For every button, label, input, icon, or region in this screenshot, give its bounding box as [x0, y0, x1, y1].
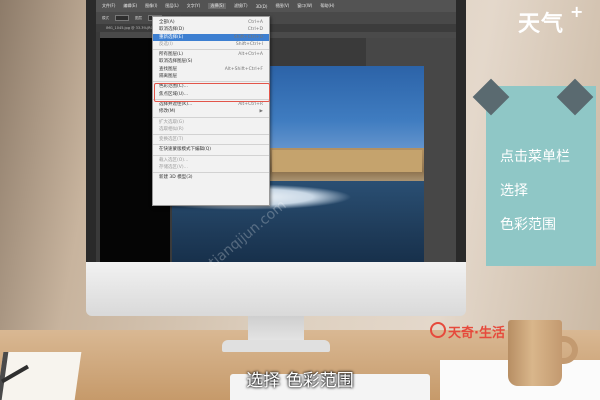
document-tab[interactable]: IMG_1045.jpg @ 33.3%(RGB/8): [96, 24, 456, 32]
ps-menubar: 文件(F) 编辑(E) 图像(I) 图层(L) 文字(Y) 选择(S) 滤镜(T) 3D(D)…: [96, 0, 456, 12]
menu-item-label: 新建 3D 模型(3): [159, 175, 193, 181]
ps-options-bar: 模式 图层 不透明度: [96, 12, 456, 24]
menubar-item[interactable]: 3D(D): [256, 4, 268, 9]
menubar-item[interactable]: 文件(F): [102, 3, 115, 9]
side-banner: 点击菜单栏 选择 色彩范围: [486, 86, 596, 266]
menu-item-shortcut: Alt+Shift+Ctrl+F: [224, 66, 263, 72]
menu-item[interactable]: 隔离图层: [153, 73, 269, 80]
option-label-mode: 模式: [102, 15, 109, 20]
menu-item[interactable]: 存储选区(V)...: [153, 164, 269, 171]
menubar-item[interactable]: 窗口(W): [297, 3, 312, 9]
menu-separator: [153, 172, 269, 174]
menu-item-shortcut: Shift+Ctrl+I: [235, 41, 263, 47]
brand-plus-icon: +: [570, 2, 584, 21]
menu-item-label: 取消选择图层(S): [159, 59, 193, 65]
menu-separator: [153, 144, 269, 146]
menu-item[interactable]: 选择并遮住(K)... Alt+Ctrl+R: [153, 101, 269, 108]
menu-item[interactable]: 在快速蒙版模式下编辑(Q): [153, 146, 269, 153]
menu-item[interactable]: 查找图层 Alt+Shift+Ctrl+F: [153, 66, 269, 73]
menu-item[interactable]: 重新选择(E) Shift+Ctrl+D: [153, 33, 269, 41]
menu-item-label: 选择并遮住(K)...: [159, 101, 193, 107]
menu-item-label: 在快速蒙版模式下编辑(Q): [159, 147, 212, 153]
menu-separator: [153, 116, 269, 118]
menu-item-label: 修改(M): [159, 109, 176, 115]
menu-item[interactable]: 载入选区(O)...: [153, 157, 269, 164]
menu-separator: [153, 154, 269, 156]
monitor-screen: 文件(F) 编辑(E) 图像(I) 图层(L) 文字(Y) 选择(S) 滤镜(T) 3D(D)…: [96, 0, 456, 262]
menu-item-shortcut: ▶: [259, 109, 263, 115]
menubar-item[interactable]: 编辑(E): [123, 3, 137, 9]
menubar-item[interactable]: 文字(Y): [187, 3, 201, 9]
highlight-outline: [154, 83, 270, 102]
monitor-chin: [86, 262, 466, 316]
menu-item[interactable]: 反选(I) Shift+Ctrl+I: [153, 41, 269, 48]
menu-item[interactable]: 选取相似(R): [153, 126, 269, 133]
menubar-item[interactable]: 滤镜(T): [234, 3, 248, 9]
menu-item[interactable]: 所有图层(L) Alt+Ctrl+A: [153, 51, 269, 58]
menu-item[interactable]: 新建 3D 模型(3): [153, 174, 269, 181]
menu-item-shortcut: Alt+Ctrl+R: [238, 101, 263, 107]
menu-item[interactable]: 修改(M) ▶: [153, 108, 269, 115]
monitor-base: [222, 340, 330, 352]
menu-item[interactable]: 全部(A) Ctrl+A: [153, 19, 269, 26]
menu-item-label: 选取相似(R): [159, 126, 184, 132]
menubar-item[interactable]: 图层(L): [165, 3, 178, 9]
menubar-item[interactable]: 视图(V): [275, 3, 289, 9]
select-dropdown-menu: 全部(A) Ctrl+A 取消选择(D) Ctrl+D 重新选择(E) Shift+Ctr…: [152, 16, 270, 206]
menubar-item[interactable]: 图像(I): [145, 3, 157, 9]
menu-item-label: 查找图层: [159, 66, 177, 72]
menu-item-label: 反选(I): [159, 41, 173, 47]
banner-line-2: 选择: [500, 183, 528, 199]
menu-item-label: 载入选区(O)...: [159, 157, 189, 163]
menu-item-shortcut: Ctrl+A: [248, 20, 263, 25]
menubar-item[interactable]: 帮助(H): [320, 3, 334, 9]
brand-logo-bottom: 天奇·生活: [448, 326, 505, 341]
menubar-item[interactable]: 选择(S): [208, 3, 226, 9]
option-label-layer: 图层: [135, 15, 142, 20]
menu-item[interactable]: 扩大选取(G): [153, 119, 269, 126]
menu-item-shortcut: Shift+Ctrl+D: [233, 34, 263, 40]
menu-separator: [153, 49, 269, 51]
menu-item-label: 全部(A): [159, 20, 175, 25]
menu-item-label: 取消选择(D): [159, 27, 184, 33]
menu-item-shortcut: Alt+Ctrl+A: [238, 52, 263, 58]
menu-item-shortcut: Ctrl+D: [247, 27, 263, 33]
menu-item[interactable]: 变换选区(T): [153, 136, 269, 143]
video-subtitle: 选择 色彩范围: [246, 371, 354, 391]
banner-line-1: 点击菜单栏: [500, 149, 570, 165]
menu-item-label: 重新选择(E): [159, 34, 184, 40]
menu-item-label: 扩大选取(G): [159, 119, 184, 125]
banner-line-3: 色彩范围: [500, 217, 556, 233]
menu-item[interactable]: 取消选择图层(S): [153, 58, 269, 65]
option-dropdown[interactable]: [115, 15, 129, 21]
photo-fortress: [272, 150, 422, 172]
menu-item-label: 所有图层(L): [159, 52, 184, 58]
menu-separator: [153, 134, 269, 136]
menu-item[interactable]: 取消选择(D) Ctrl+D: [153, 26, 269, 33]
q-circle-icon: [430, 322, 446, 338]
menu-item-label: 变换选区(T): [159, 137, 184, 143]
menu-item-label: 隔离图层: [159, 74, 177, 80]
menu-item-label: 存储选区(V)...: [159, 165, 188, 171]
brand-logo-top: 天气: [518, 11, 565, 37]
